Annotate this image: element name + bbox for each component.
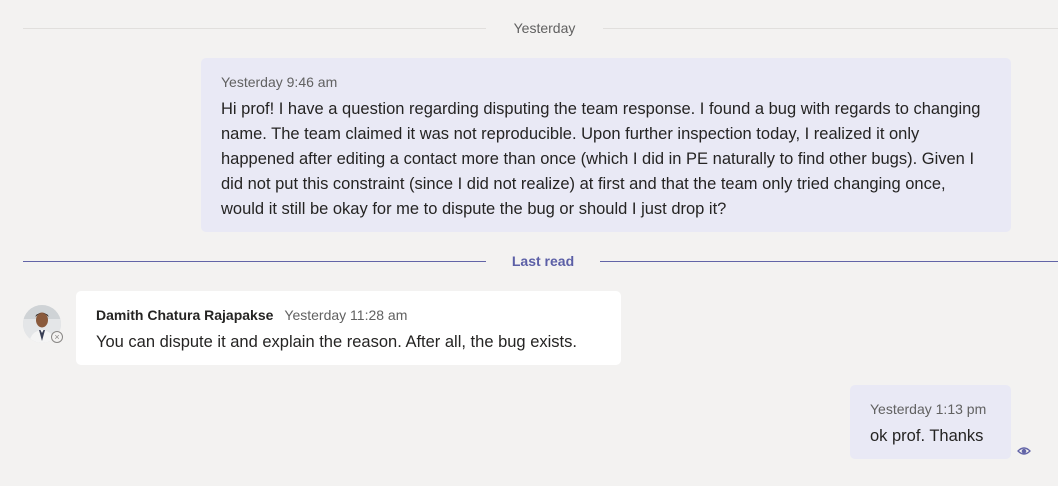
message-timestamp: Yesterday 9:46 am (221, 74, 338, 90)
offline-status-icon: × (51, 331, 63, 343)
divider-line (23, 28, 486, 29)
message-timestamp: Yesterday 11:28 am (284, 307, 408, 323)
date-divider-label: Yesterday (513, 20, 576, 36)
last-read-divider: Last read (23, 251, 1058, 273)
divider-line (600, 261, 1058, 262)
divider-line (23, 261, 486, 262)
message-body: ok prof. Thanks (870, 427, 984, 445)
message-body: Hi prof! I have a question regarding dis… (221, 100, 981, 218)
message-header: Damith Chatura Rajapakse Yesterday 11:28 … (96, 307, 601, 324)
seen-eye-icon (1017, 444, 1031, 456)
last-read-label: Last read (511, 253, 575, 269)
incoming-message[interactable]: Damith Chatura Rajapakse Yesterday 11:28 … (76, 291, 621, 365)
message-body: You can dispute it and explain the reaso… (96, 333, 577, 351)
sender-name[interactable]: Damith Chatura Rajapakse (96, 307, 273, 323)
date-divider: Yesterday (23, 18, 1058, 40)
message-timestamp: Yesterday 1:13 pm (870, 401, 987, 417)
chat-thread: Yesterday Yesterday 9:46 am Hi prof! I h… (0, 0, 1058, 486)
divider-line (603, 28, 1058, 29)
outgoing-message[interactable]: Yesterday 9:46 am Hi prof! I have a ques… (201, 58, 1011, 232)
outgoing-message[interactable]: Yesterday 1:13 pm ok prof. Thanks (850, 385, 1011, 459)
